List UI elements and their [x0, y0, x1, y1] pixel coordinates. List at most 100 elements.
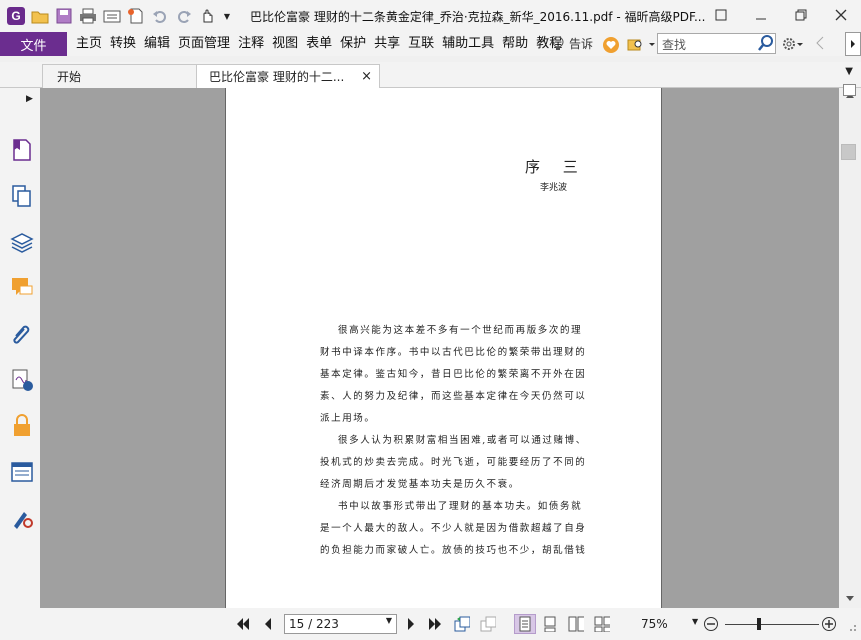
pdf-page[interactable]: 序 三 李兆波 很高兴能为这本差不多有一个世纪而再版多次的理 财书中译本作序。书…: [225, 88, 662, 608]
app-logo-glyph: G: [7, 7, 25, 25]
next-page-icon[interactable]: [403, 616, 419, 632]
tell-me-label: 告诉: [569, 37, 594, 51]
customize-dropdown-icon[interactable]: ▼: [222, 6, 232, 26]
bookmark-icon[interactable]: [10, 138, 34, 162]
attachments-icon[interactable]: [10, 322, 34, 346]
menu-item[interactable]: 转换: [106, 32, 140, 56]
previous-page-icon[interactable]: [260, 616, 276, 632]
text-line: 素、人的努力及纪律，而这些基本定律在今天仍然可以: [320, 391, 587, 402]
save-icon[interactable]: [54, 6, 74, 26]
lightbulb-icon: [552, 36, 564, 50]
facing-view-icon[interactable]: [568, 616, 584, 632]
text-line: 书中以故事形式带出了理财的基本功夫。如债务就: [338, 501, 583, 512]
tab-document[interactable]: 巴比伦富豪 理财的十二... ×: [196, 64, 380, 88]
text-line: 的负担能力而家破人亡。放债的技巧也不少，胡乱借钱: [320, 545, 587, 556]
document-view[interactable]: 序 三 李兆波 很高兴能为这本差不多有一个世纪而再版多次的理 财书中译本作序。书…: [40, 88, 839, 608]
expand-panel-icon[interactable]: ▶: [26, 94, 33, 104]
menu-item[interactable]: 互联: [404, 32, 438, 56]
text-line: 派上用场。: [320, 413, 376, 424]
tab-start-label: 开始: [57, 70, 82, 84]
continuous-facing-view-icon[interactable]: [594, 616, 610, 632]
menu-item[interactable]: 视图: [268, 32, 302, 56]
single-page-view-icon[interactable]: [514, 614, 536, 634]
search-icon[interactable]: [758, 35, 774, 54]
previous-view-icon[interactable]: [454, 616, 470, 632]
menu-item[interactable]: 编辑: [140, 32, 174, 56]
zoom-slider-thumb[interactable]: [757, 618, 761, 630]
undo-icon[interactable]: [150, 6, 170, 26]
tab-list-dropdown-icon[interactable]: ▼: [845, 66, 853, 77]
menu-item[interactable]: 保护: [336, 32, 370, 56]
page-dropdown-icon[interactable]: ▼: [386, 616, 392, 625]
print-icon[interactable]: [78, 6, 98, 26]
zoom-dropdown-icon[interactable]: ▼: [692, 617, 698, 626]
chapter-author: 李兆波: [540, 183, 568, 193]
hand-tool-icon[interactable]: [198, 6, 218, 26]
window-title: 巴比伦富豪 理财的十二条黄金定律_乔治·克拉森_新华_2016.11.pdf -…: [250, 10, 705, 24]
page-thumbnails-icon[interactable]: [10, 184, 34, 208]
ribbon-scroll: [816, 36, 824, 50]
ribbon-scroll-left-icon[interactable]: [816, 36, 824, 50]
zoom-level[interactable]: 75%: [641, 617, 668, 631]
first-page-icon[interactable]: [235, 616, 251, 632]
ribbon-menu-bar: 文件 主页 转换 编辑 页面管理 注释 视图 表单 保护 共享 互联 辅助工具 帮助 教程 告诉 查找: [0, 32, 861, 56]
continuous-view-icon[interactable]: [542, 616, 558, 632]
tab-document-label: 巴比伦富豪 理财的十二...: [209, 70, 345, 84]
tab-start[interactable]: 开始: [42, 64, 198, 88]
tell-me[interactable]: 告诉: [551, 35, 593, 52]
scroll-down-icon[interactable]: [843, 593, 857, 605]
text-line: 基本定律。鉴古知今，昔日巴比伦的繁荣离不开外在因: [320, 369, 587, 380]
scan-icon[interactable]: [102, 6, 122, 26]
menu-items: 主页 转换 编辑 页面管理 注释 视图 表单 保护 共享 互联 辅助工具 帮助 教程: [72, 32, 566, 56]
menu-item[interactable]: 共享: [370, 32, 404, 56]
quick-access-toolbar: G ▼: [0, 6, 232, 26]
layers-icon[interactable]: [10, 230, 34, 254]
vertical-scrollbar[interactable]: [839, 88, 861, 608]
navigation-panel: ▶: [0, 88, 40, 608]
signatures-icon[interactable]: [10, 368, 34, 392]
zoom-out-icon[interactable]: [703, 616, 719, 632]
maximize-icon[interactable]: [781, 0, 821, 30]
security-lock-icon[interactable]: [10, 414, 34, 438]
minimize-icon[interactable]: [741, 0, 781, 30]
menu-item[interactable]: 页面管理: [174, 32, 234, 56]
chapter-title: 序 三: [525, 158, 587, 176]
next-view-icon[interactable]: [480, 616, 496, 632]
open-folder-icon[interactable]: [30, 6, 50, 26]
menu-item[interactable]: 主页: [72, 32, 106, 56]
text-line: 财书中译本作序。书中以古代巴比伦的繁荣带出理财的: [320, 347, 587, 358]
text-line: 是一个人最大的敌人。不少人就是因为借款超越了自身: [320, 523, 587, 534]
title-bar: G ▼ 巴比伦富豪 理财的十二条黄金定律_乔治·克拉森_新华_2016.11.p…: [0, 0, 861, 32]
zoom-in-icon[interactable]: [821, 616, 837, 632]
new-document-icon[interactable]: [126, 6, 146, 26]
menu-item[interactable]: 表单: [302, 32, 336, 56]
last-page-icon[interactable]: [427, 616, 443, 632]
page-number-input[interactable]: 15 / 223 ▼: [284, 614, 397, 634]
resize-grip-icon[interactable]: [843, 618, 859, 634]
window-controls: [701, 0, 861, 30]
close-icon[interactable]: [821, 0, 861, 30]
comments-icon[interactable]: [10, 276, 34, 300]
status-bar: 15 / 223 ▼ 75% ▼: [0, 608, 861, 640]
scroll-thumb[interactable]: [841, 144, 856, 160]
menu-item[interactable]: 帮助: [498, 32, 532, 56]
app-window: G ▼ 巴比伦富豪 理财的十二条黄金定律_乔治·克拉森_新华_2016.11.p…: [0, 0, 861, 640]
menu-item[interactable]: 注释: [234, 32, 268, 56]
restore-icon[interactable]: [701, 0, 741, 30]
text-line: 很高兴能为这本差不多有一个世纪而再版多次的理: [338, 325, 583, 336]
digital-id-icon[interactable]: [10, 506, 34, 530]
menu-item[interactable]: 辅助工具: [438, 32, 498, 56]
ribbon-scroll-right-icon[interactable]: [845, 32, 861, 56]
document-tab-bar: 开始 巴比伦富豪 理财的十二... × ▼: [0, 62, 861, 88]
favorite-icon[interactable]: [603, 37, 619, 53]
file-menu-button[interactable]: 文件: [0, 32, 67, 56]
form-fields-icon[interactable]: [10, 460, 34, 484]
settings-gear-icon[interactable]: [782, 36, 804, 55]
zoom-slider-track[interactable]: [725, 624, 819, 625]
find-options-icon[interactable]: [627, 36, 655, 55]
text-line: 很多人认为积累财富相当困难,或者可以通过赌博、: [338, 435, 587, 446]
tab-close-icon[interactable]: ×: [361, 69, 372, 84]
app-logo[interactable]: G: [6, 6, 26, 26]
redo-icon[interactable]: [174, 6, 194, 26]
split-view-handle[interactable]: [843, 84, 856, 96]
